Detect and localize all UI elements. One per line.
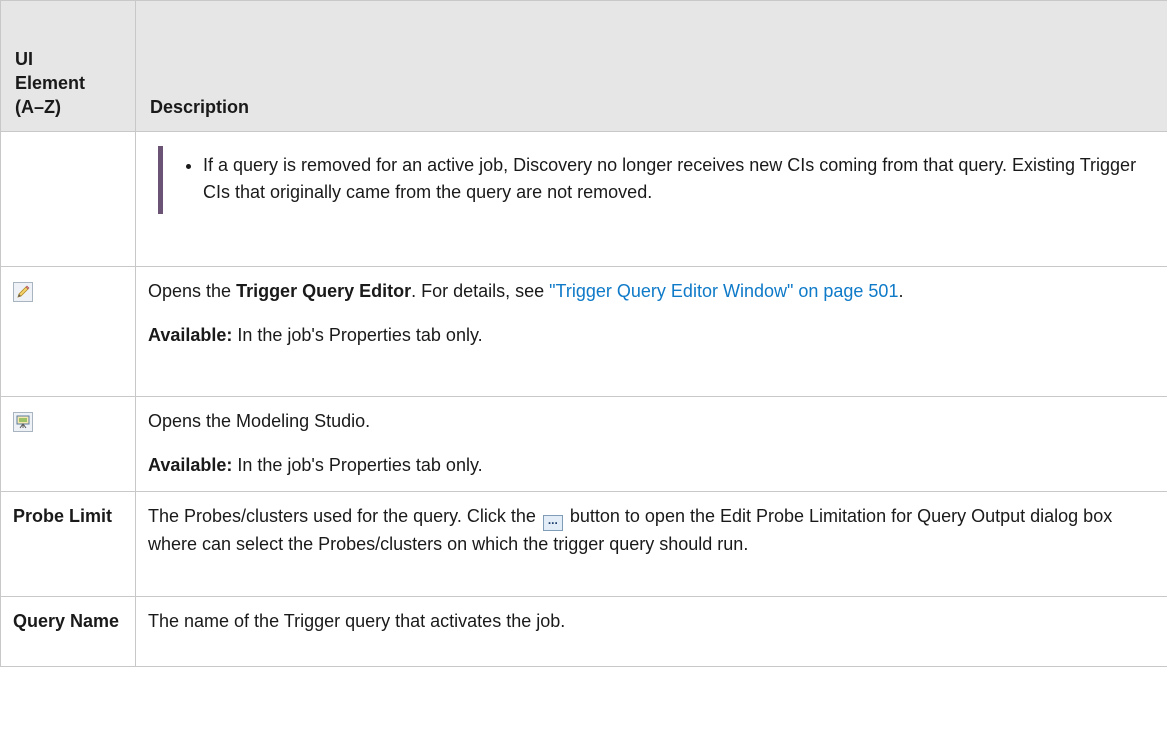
table-row-note: If a query is removed for an active job,… [0, 131, 1167, 267]
studio-description: Opens the Modeling Studio. [148, 411, 371, 431]
available-text: In the job's Properties tab only. [232, 455, 483, 475]
note-block: If a query is removed for an active job,… [158, 146, 1155, 214]
table-row-edit-query: Opens the Trigger Query Editor. For deta… [0, 266, 1167, 397]
edit-availability: Available: In the job's Properties tab o… [148, 322, 1155, 349]
probe-text-before: The Probes/clusters used for the query. … [148, 506, 541, 526]
available-label: Available: [148, 325, 233, 345]
note-list: If a query is removed for an active job,… [185, 152, 1155, 206]
trigger-query-editor-label: Trigger Query Editor [236, 281, 412, 301]
table-row-query-name: Query Name The name of the Trigger query… [0, 596, 1167, 667]
ellipsis-button-icon[interactable]: ... [542, 514, 563, 531]
table-row-probe-limit: Probe Limit The Probes/clusters used for… [0, 491, 1167, 597]
header-ui-element: UI Element (A–Z) [0, 0, 136, 132]
header-ui-element-line-3: (A–Z) [15, 97, 61, 117]
edit-text-after: . For details, see [411, 281, 550, 301]
element-cell-edit-icon [0, 266, 136, 397]
edit-description: Opens the Trigger Query Editor. For deta… [148, 278, 1155, 305]
modeling-studio-icon[interactable] [13, 412, 33, 433]
header-ui-element-line-2: Element [15, 73, 86, 93]
element-query-name: Query Name [0, 596, 136, 667]
table-row-modeling-studio: Opens the Modeling Studio. Available: In… [0, 396, 1167, 492]
element-cell-empty [0, 131, 136, 267]
description-cell: The name of the Trigger query that activ… [135, 596, 1167, 667]
trigger-query-editor-link[interactable]: "Trigger Query Editor Window" on page 50… [549, 281, 898, 301]
edit-text-before: Opens the [148, 281, 237, 301]
description-cell: Opens the Trigger Query Editor. For deta… [135, 266, 1167, 397]
element-probe-limit: Probe Limit [0, 491, 136, 597]
element-cell-studio-icon [0, 396, 136, 492]
studio-availability: Available: In the job's Properties tab o… [148, 452, 1155, 479]
edit-text-end: . [898, 281, 904, 301]
description-cell: If a query is removed for an active job,… [135, 131, 1167, 267]
header-description: Description [135, 0, 1167, 132]
probe-limit-description: The Probes/clusters used for the query. … [148, 503, 1155, 558]
available-text: In the job's Properties tab only. [232, 325, 483, 345]
table-header-row: UI Element (A–Z) Description [0, 0, 1167, 132]
ui-elements-table: UI Element (A–Z) Description If a query is… [0, 0, 1167, 667]
pencil-edit-icon[interactable] [13, 282, 33, 303]
description-cell: The Probes/clusters used for the query. … [135, 491, 1167, 597]
description-cell: Opens the Modeling Studio. Available: In… [135, 396, 1167, 492]
query-name-description: The name of the Trigger query that activ… [148, 611, 566, 631]
note-bullet: If a query is removed for an active job,… [203, 152, 1155, 206]
header-ui-element-line-1: UI [15, 49, 33, 69]
available-label: Available: [148, 455, 233, 475]
